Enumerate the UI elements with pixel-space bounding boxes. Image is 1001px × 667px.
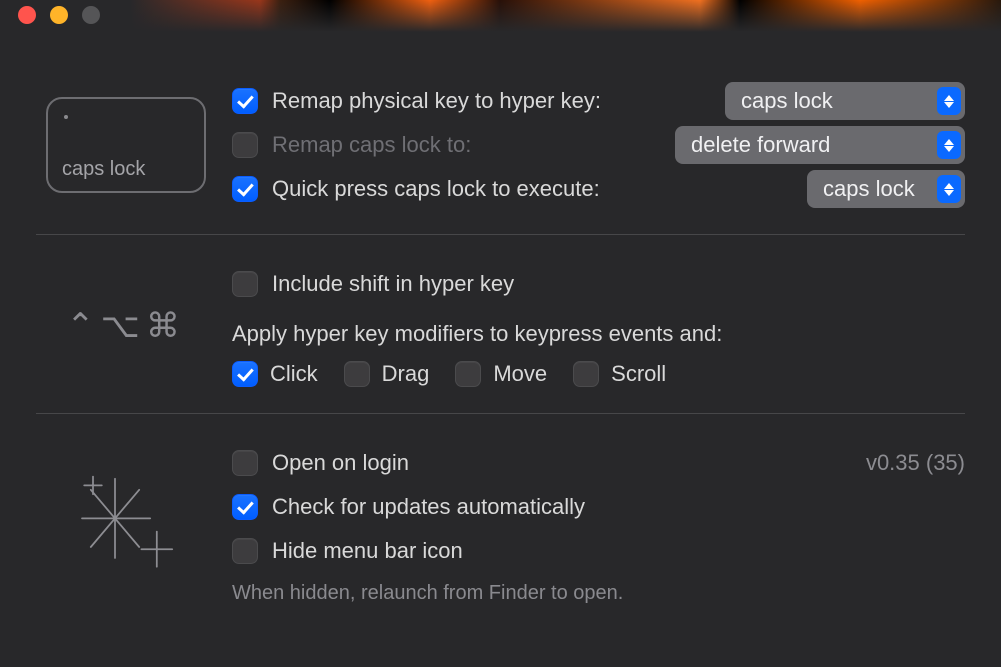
checkbox-remap-physical-key[interactable] (232, 88, 258, 114)
checkbox-drag[interactable] (344, 361, 370, 387)
sparkle-icon (36, 444, 216, 605)
label-remap-physical-key: Remap physical key to hyper key: (272, 88, 601, 114)
select-hyper-key-value: caps lock (741, 88, 833, 114)
checkbox-scroll[interactable] (573, 361, 599, 387)
label-move: Move (493, 361, 547, 387)
select-quick-press-action[interactable]: caps lock (807, 170, 965, 208)
select-arrows-icon (937, 87, 961, 115)
select-arrows-icon (937, 175, 961, 203)
checkbox-hide-menu-bar-icon[interactable] (232, 538, 258, 564)
checkbox-remap-caps-lock[interactable] (232, 132, 258, 158)
select-quick-press-value: caps lock (823, 176, 915, 202)
label-open-on-login: Open on login (272, 450, 409, 476)
checkbox-open-on-login[interactable] (232, 450, 258, 476)
zoom-icon[interactable] (82, 6, 100, 24)
label-quick-press: Quick press caps lock to execute: (272, 176, 600, 202)
label-drag: Drag (382, 361, 430, 387)
label-remap-caps-lock: Remap caps lock to: (272, 132, 471, 158)
select-caps-lock-target[interactable]: delete forward (675, 126, 965, 164)
section-app: Open on login v0.35 (35) Check for updat… (36, 413, 965, 631)
select-hyper-key[interactable]: caps lock (725, 82, 965, 120)
modifier-keys-icon: ⌃⌥⌘ (36, 265, 216, 387)
label-hide-menu-bar-icon: Hide menu bar icon (272, 538, 463, 564)
section-modifiers: ⌃⌥⌘ Include shift in hyper key Apply hyp… (36, 234, 965, 413)
checkbox-quick-press[interactable] (232, 176, 258, 202)
label-check-updates: Check for updates automatically (272, 494, 585, 520)
modifiers-subheading: Apply hyper key modifiers to keypress ev… (232, 321, 965, 347)
hide-icon-hint: When hidden, relaunch from Finder to ope… (232, 582, 965, 605)
minimize-icon[interactable] (50, 6, 68, 24)
select-caps-lock-value: delete forward (691, 132, 830, 158)
close-icon[interactable] (18, 6, 36, 24)
section-remap: caps lock Remap physical key to hyper ke… (36, 68, 965, 234)
select-arrows-icon (937, 131, 961, 159)
titlebar (0, 0, 1001, 32)
checkbox-include-shift[interactable] (232, 271, 258, 297)
label-scroll: Scroll (611, 361, 666, 387)
checkbox-move[interactable] (455, 361, 481, 387)
keycap-label: caps lock (62, 158, 145, 181)
label-click: Click (270, 361, 318, 387)
checkbox-click[interactable] (232, 361, 258, 387)
label-include-shift: Include shift in hyper key (272, 271, 514, 297)
keycap-icon: caps lock (36, 82, 216, 208)
version-label: v0.35 (35) (866, 450, 965, 476)
window-controls (18, 6, 100, 24)
checkbox-check-updates[interactable] (232, 494, 258, 520)
